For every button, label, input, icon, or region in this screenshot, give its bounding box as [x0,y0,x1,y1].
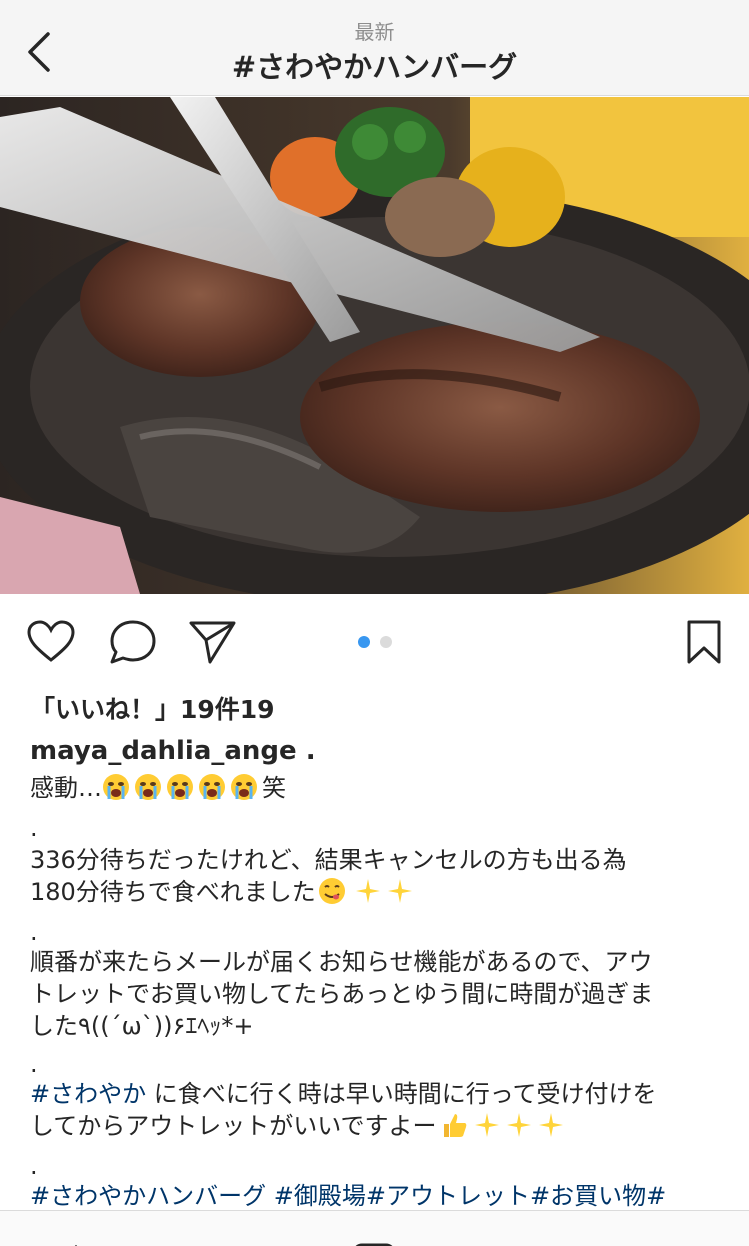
caption-dot: . [30,814,38,842]
carousel-dot-active [358,636,370,648]
face-savoring-food-icon [318,877,346,905]
caption-dot: . [30,918,38,946]
caption-text: 180分待ちで食べれました [30,878,316,906]
header-subtitle: 最新 [354,20,395,44]
sparkles-icon [354,877,382,905]
search-icon[interactable] [198,1233,246,1246]
caption-text: に食べに行く時は早い時間に行って受け付けを [146,1080,657,1108]
heart-icon[interactable] [26,618,76,668]
activity-heart-icon[interactable] [500,1233,548,1246]
sparkles-icon [473,1111,501,1139]
caption-dot: . [30,1152,38,1180]
loudly-crying-face-icon [166,773,194,801]
carousel-dot [380,636,392,648]
hashtag-link[interactable]: #さわやか [30,1080,146,1108]
caption-line: してからアウトレットがいいですよー [30,1110,565,1142]
caption-line: 順番が来たらメールが届くお知らせ機能があるので、アウ [30,948,653,976]
bottom-tab-bar [0,1210,749,1246]
profile-avatar[interactable] [652,1233,700,1246]
bookmark-icon[interactable] [682,618,732,668]
caption-line: 336分待ちだったけれど、結果キャンセルの方も出る為 [30,846,627,874]
top-nav-bar: 最新 #さわやかハンバーグ [0,0,749,96]
caption-dot: . [30,1050,38,1078]
comment-icon[interactable] [108,618,158,668]
page-title: #さわやかハンバーグ [231,50,518,84]
hashtag-links[interactable]: #さわやかハンバーグ #御殿場#アウトレット#お買い物# [30,1180,666,1212]
paper-plane-icon[interactable] [188,618,238,668]
loudly-crying-face-icon [134,773,162,801]
sparkles-icon [537,1111,565,1139]
sparkles-icon [505,1111,533,1139]
post-photo[interactable] [0,97,749,594]
loudly-crying-face-icon [198,773,226,801]
post-action-bar [0,594,749,690]
caption-line: #さわやか に食べに行く時は早い時間に行って受け付けを [30,1078,657,1110]
post-username[interactable]: maya_dahlia_ange . [30,736,316,766]
loudly-crying-face-icon [230,773,258,801]
home-icon[interactable] [52,1233,100,1246]
caption-line: 感動… 笑 [30,772,286,804]
like-count[interactable]: 「いいね！」19件19 [30,690,275,726]
caption-text: 感動… [30,774,102,802]
thumbs-up-icon [441,1111,469,1139]
sparkles-icon [386,877,414,905]
new-post-icon[interactable] [350,1233,398,1246]
caption-text: 笑 [262,774,286,802]
loudly-crying-face-icon [102,773,130,801]
caption-text: してからアウトレットがいいですよー [30,1112,437,1140]
caption-line: トレットでお買い物してたらあっとゆう間に時間が過ぎま [30,980,654,1008]
caption-line: 180分待ちで食べれました [30,876,414,908]
caption-line: した٩((´ω`))۶ｴﾍｯ*+ [30,1012,254,1040]
